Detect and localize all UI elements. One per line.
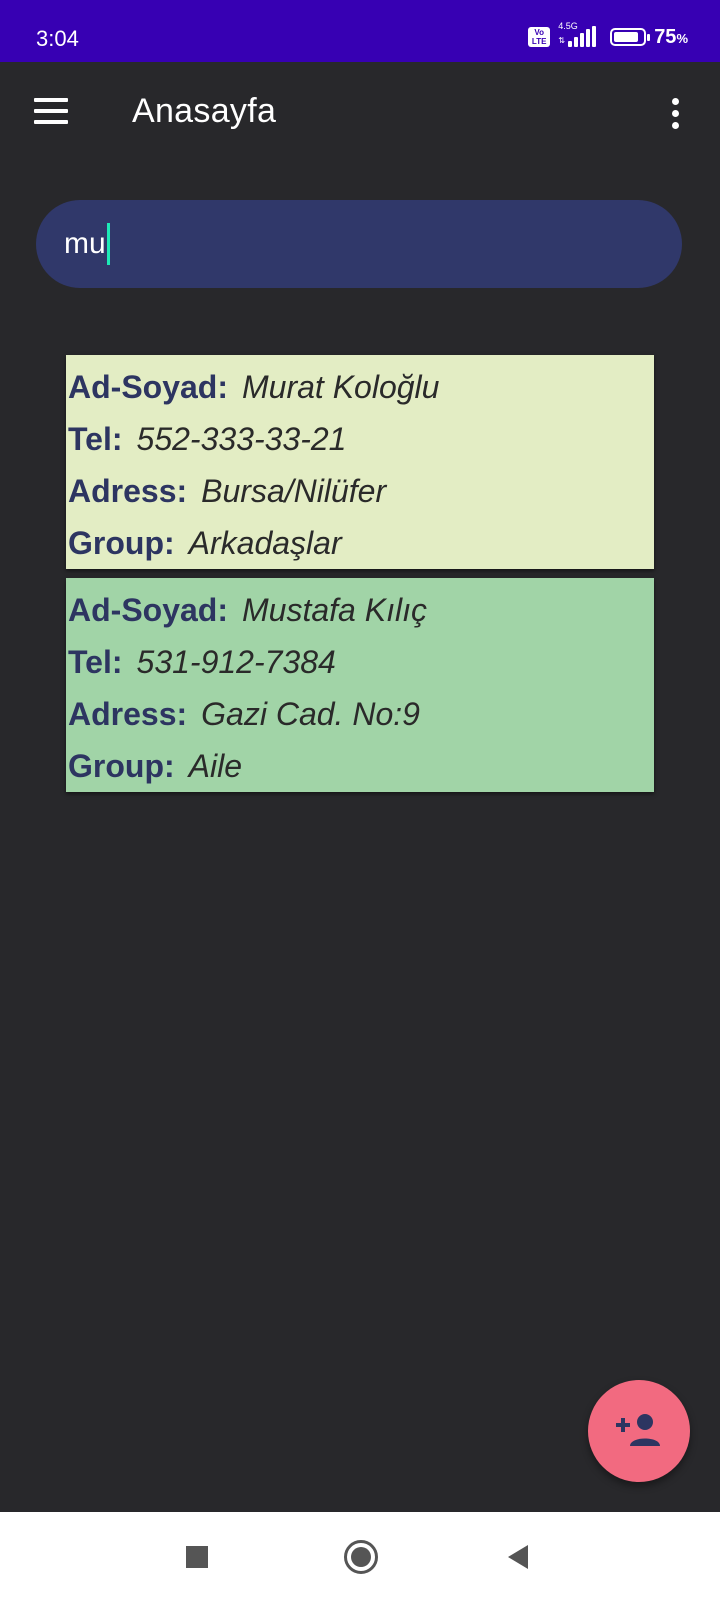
- search-bar[interactable]: mu: [36, 200, 682, 288]
- signal-icon: 4.5G ⇅: [558, 21, 602, 49]
- battery-icon: [610, 28, 651, 46]
- group-label: Group:: [68, 747, 175, 784]
- contact-name: Murat Koloğlu: [242, 368, 440, 405]
- data-arrows-icon: ⇅: [558, 36, 565, 45]
- contact-address-row: Adress: Gazi Cad. No:9: [68, 688, 654, 740]
- network-type: 4.5G: [558, 21, 578, 31]
- contact-list: Ad-Soyad: Murat Koloğlu Tel: 552-333-33-…: [66, 355, 654, 801]
- tel-label: Tel:: [68, 420, 123, 457]
- contact-group-row: Group: Aile: [68, 740, 654, 792]
- contact-name: Mustafa Kılıç: [242, 591, 427, 628]
- name-label: Ad-Soyad:: [68, 368, 228, 405]
- contact-tel-row: Tel: 531-912-7384: [68, 636, 654, 688]
- contact-card[interactable]: Ad-Soyad: Mustafa Kılıç Tel: 531-912-738…: [66, 578, 654, 792]
- contact-name-row: Ad-Soyad: Murat Koloğlu: [68, 361, 654, 413]
- app-bar: Anasayfa: [0, 62, 720, 168]
- contact-address: Gazi Cad. No:9: [201, 695, 420, 732]
- search-input-value: mu: [64, 227, 106, 260]
- contact-name-row: Ad-Soyad: Mustafa Kılıç: [68, 584, 654, 636]
- address-label: Adress:: [68, 472, 188, 509]
- battery-percentage: 75%: [654, 25, 688, 48]
- contact-group-row: Group: Arkadaşlar: [68, 517, 654, 569]
- status-icons: Vo LTE 4.5G ⇅ 75%: [528, 21, 688, 50]
- system-nav-bar: [0, 1512, 720, 1600]
- contact-card[interactable]: Ad-Soyad: Murat Koloğlu Tel: 552-333-33-…: [66, 355, 654, 569]
- home-icon[interactable]: [344, 1540, 378, 1574]
- add-person-icon: [616, 1414, 660, 1446]
- page-title: Anasayfa: [132, 92, 277, 130]
- tel-label: Tel:: [68, 643, 123, 680]
- contact-group: Aile: [188, 747, 242, 784]
- contact-tel: 552-333-33-21: [136, 420, 347, 457]
- contact-address-row: Adress: Bursa/Nilüfer: [68, 465, 654, 517]
- hamburger-menu-icon[interactable]: [34, 98, 68, 124]
- add-contact-button[interactable]: [588, 1380, 690, 1482]
- contact-tel-row: Tel: 552-333-33-21: [68, 413, 654, 465]
- name-label: Ad-Soyad:: [68, 591, 228, 628]
- search-input[interactable]: mu: [64, 222, 644, 266]
- volte-icon: Vo LTE: [528, 27, 551, 47]
- address-label: Adress:: [68, 695, 188, 732]
- back-icon[interactable]: [508, 1545, 528, 1569]
- text-cursor: [106, 223, 110, 265]
- more-options-icon[interactable]: [670, 98, 680, 130]
- status-bar: 3:04 Vo LTE 4.5G ⇅ 75%: [0, 0, 720, 62]
- recent-apps-icon[interactable]: [186, 1546, 208, 1568]
- status-time: 3:04: [36, 26, 79, 51]
- contact-tel: 531-912-7384: [136, 643, 336, 680]
- group-label: Group:: [68, 524, 175, 561]
- contact-address: Bursa/Nilüfer: [201, 472, 387, 509]
- contact-group: Arkadaşlar: [188, 524, 342, 561]
